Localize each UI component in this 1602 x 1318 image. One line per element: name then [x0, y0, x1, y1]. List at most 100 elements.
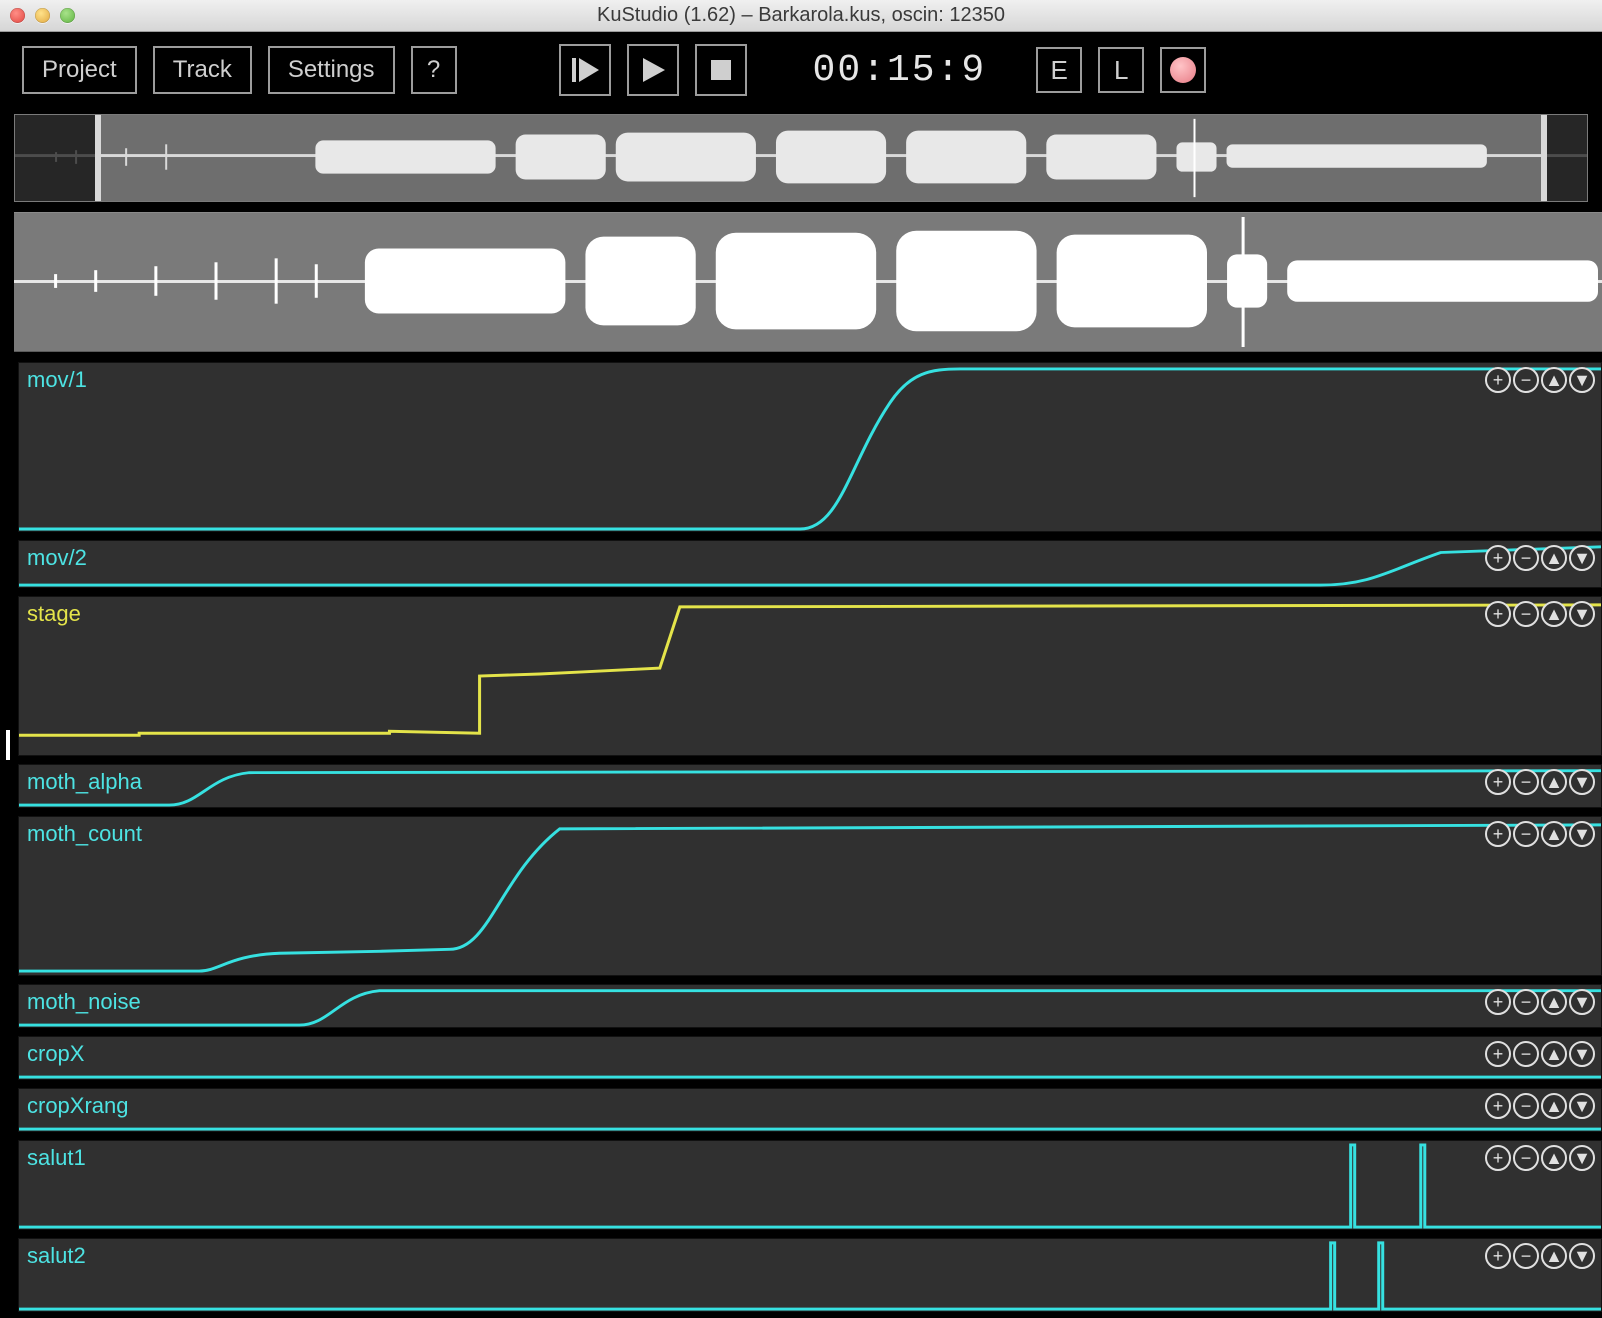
track-label: salut2: [27, 1243, 86, 1269]
toolbar: Project Track Settings ? 00:15:9 E L: [0, 32, 1602, 108]
track-move-down-button[interactable]: ▼: [1569, 1145, 1595, 1171]
track-cropXrang[interactable]: cropXrang +−▲▼: [18, 1088, 1602, 1132]
main-wave-icon: [14, 213, 1602, 351]
track-add-button[interactable]: +: [1485, 545, 1511, 571]
track-controls: +−▲▼: [1485, 769, 1595, 795]
track-remove-button[interactable]: −: [1513, 367, 1539, 393]
track-stage[interactable]: stage+−▲▼: [18, 596, 1602, 756]
close-icon[interactable]: [10, 8, 25, 23]
record-button[interactable]: [1160, 47, 1206, 93]
project-button[interactable]: Project: [22, 46, 137, 94]
track-button[interactable]: Track: [153, 46, 252, 94]
window-title: KuStudio (1.62) – Barkarola.kus, oscin: …: [0, 4, 1602, 27]
track-controls: +−▲▼: [1485, 367, 1595, 393]
overview-wave-icon: [15, 115, 1587, 201]
help-button[interactable]: ?: [411, 46, 457, 94]
track-move-up-button[interactable]: ▲: [1541, 545, 1567, 571]
track-add-button[interactable]: +: [1485, 821, 1511, 847]
track-add-button[interactable]: +: [1485, 1093, 1511, 1119]
play-icon: [637, 54, 669, 86]
track-add-button[interactable]: +: [1485, 989, 1511, 1015]
track-controls: +−▲▼: [1485, 601, 1595, 627]
track-move-up-button[interactable]: ▲: [1541, 989, 1567, 1015]
track-mov1[interactable]: mov/1+−▲▼: [18, 362, 1602, 532]
track-move-up-button[interactable]: ▲: [1541, 1243, 1567, 1269]
track-label: cropXrang: [27, 1093, 129, 1119]
track-remove-button[interactable]: −: [1513, 1243, 1539, 1269]
track-remove-button[interactable]: −: [1513, 769, 1539, 795]
track-curve: [19, 1239, 1601, 1311]
track-label: moth_noise: [27, 989, 141, 1015]
edit-mode-button[interactable]: E: [1036, 47, 1082, 93]
overview-range-start[interactable]: [95, 115, 101, 201]
zoom-icon[interactable]: [60, 8, 75, 23]
track-curve: [19, 363, 1601, 531]
track-move-up-button[interactable]: ▲: [1541, 367, 1567, 393]
track-move-up-button[interactable]: ▲: [1541, 1145, 1567, 1171]
record-icon: [1170, 57, 1196, 83]
playhead-cursor: [6, 730, 10, 760]
track-add-button[interactable]: +: [1485, 1243, 1511, 1269]
track-move-up-button[interactable]: ▲: [1541, 769, 1567, 795]
track-curve: [19, 597, 1601, 755]
track-move-down-button[interactable]: ▼: [1569, 1041, 1595, 1067]
settings-button[interactable]: Settings: [268, 46, 395, 94]
track-controls: +−▲▼: [1485, 989, 1595, 1015]
track-curve: [19, 1089, 1601, 1131]
timecode: 00:15:9: [813, 49, 987, 92]
track-remove-button[interactable]: −: [1513, 1093, 1539, 1119]
track-salut2[interactable]: salut2 +−▲▼: [18, 1238, 1602, 1312]
track-controls: +−▲▼: [1485, 1145, 1595, 1171]
track-move-down-button[interactable]: ▼: [1569, 1093, 1595, 1119]
track-move-up-button[interactable]: ▲: [1541, 1093, 1567, 1119]
track-label: moth_alpha: [27, 769, 142, 795]
track-remove-button[interactable]: −: [1513, 821, 1539, 847]
track-label: mov/2: [27, 545, 87, 571]
overview-dim-left: [15, 115, 95, 201]
track-salut1[interactable]: salut1+−▲▼: [18, 1140, 1602, 1230]
track-mov2[interactable]: mov/2 +−▲▼: [18, 540, 1602, 588]
track-move-up-button[interactable]: ▲: [1541, 821, 1567, 847]
track-remove-button[interactable]: −: [1513, 989, 1539, 1015]
track-move-down-button[interactable]: ▼: [1569, 821, 1595, 847]
track-add-button[interactable]: +: [1485, 1145, 1511, 1171]
track-remove-button[interactable]: −: [1513, 1041, 1539, 1067]
track-cropX[interactable]: cropX +−▲▼: [18, 1036, 1602, 1080]
minimize-icon[interactable]: [35, 8, 50, 23]
track-curve: [19, 765, 1601, 807]
track-controls: +−▲▼: [1485, 1243, 1595, 1269]
track-move-down-button[interactable]: ▼: [1569, 989, 1595, 1015]
play-button[interactable]: [627, 44, 679, 96]
track-move-up-button[interactable]: ▲: [1541, 1041, 1567, 1067]
track-add-button[interactable]: +: [1485, 769, 1511, 795]
track-controls: +−▲▼: [1485, 545, 1595, 571]
overview-range-end[interactable]: [1541, 115, 1547, 201]
track-add-button[interactable]: +: [1485, 1041, 1511, 1067]
track-add-button[interactable]: +: [1485, 367, 1511, 393]
track-move-down-button[interactable]: ▼: [1569, 1243, 1595, 1269]
track-curve: [19, 817, 1601, 975]
track-add-button[interactable]: +: [1485, 601, 1511, 627]
overview-waveform[interactable]: [14, 114, 1588, 202]
track-remove-button[interactable]: −: [1513, 545, 1539, 571]
track-moth_noise[interactable]: moth_noise +−▲▼: [18, 984, 1602, 1028]
track-move-down-button[interactable]: ▼: [1569, 545, 1595, 571]
track-move-down-button[interactable]: ▼: [1569, 601, 1595, 627]
transport-controls: [559, 44, 747, 96]
track-move-up-button[interactable]: ▲: [1541, 601, 1567, 627]
loop-mode-button[interactable]: L: [1098, 47, 1144, 93]
track-remove-button[interactable]: −: [1513, 601, 1539, 627]
track-label: cropX: [27, 1041, 84, 1067]
stop-button[interactable]: [695, 44, 747, 96]
overview-dim-right: [1547, 115, 1587, 201]
track-move-down-button[interactable]: ▼: [1569, 769, 1595, 795]
track-move-down-button[interactable]: ▼: [1569, 367, 1595, 393]
track-controls: +−▲▼: [1485, 1093, 1595, 1119]
track-remove-button[interactable]: −: [1513, 1145, 1539, 1171]
play-bar-icon: [569, 54, 601, 86]
stop-icon: [705, 54, 737, 86]
track-moth_alpha[interactable]: moth_alpha +−▲▼: [18, 764, 1602, 808]
main-waveform[interactable]: [14, 212, 1602, 352]
play-from-start-button[interactable]: [559, 44, 611, 96]
track-moth_count[interactable]: moth_count+−▲▼: [18, 816, 1602, 976]
